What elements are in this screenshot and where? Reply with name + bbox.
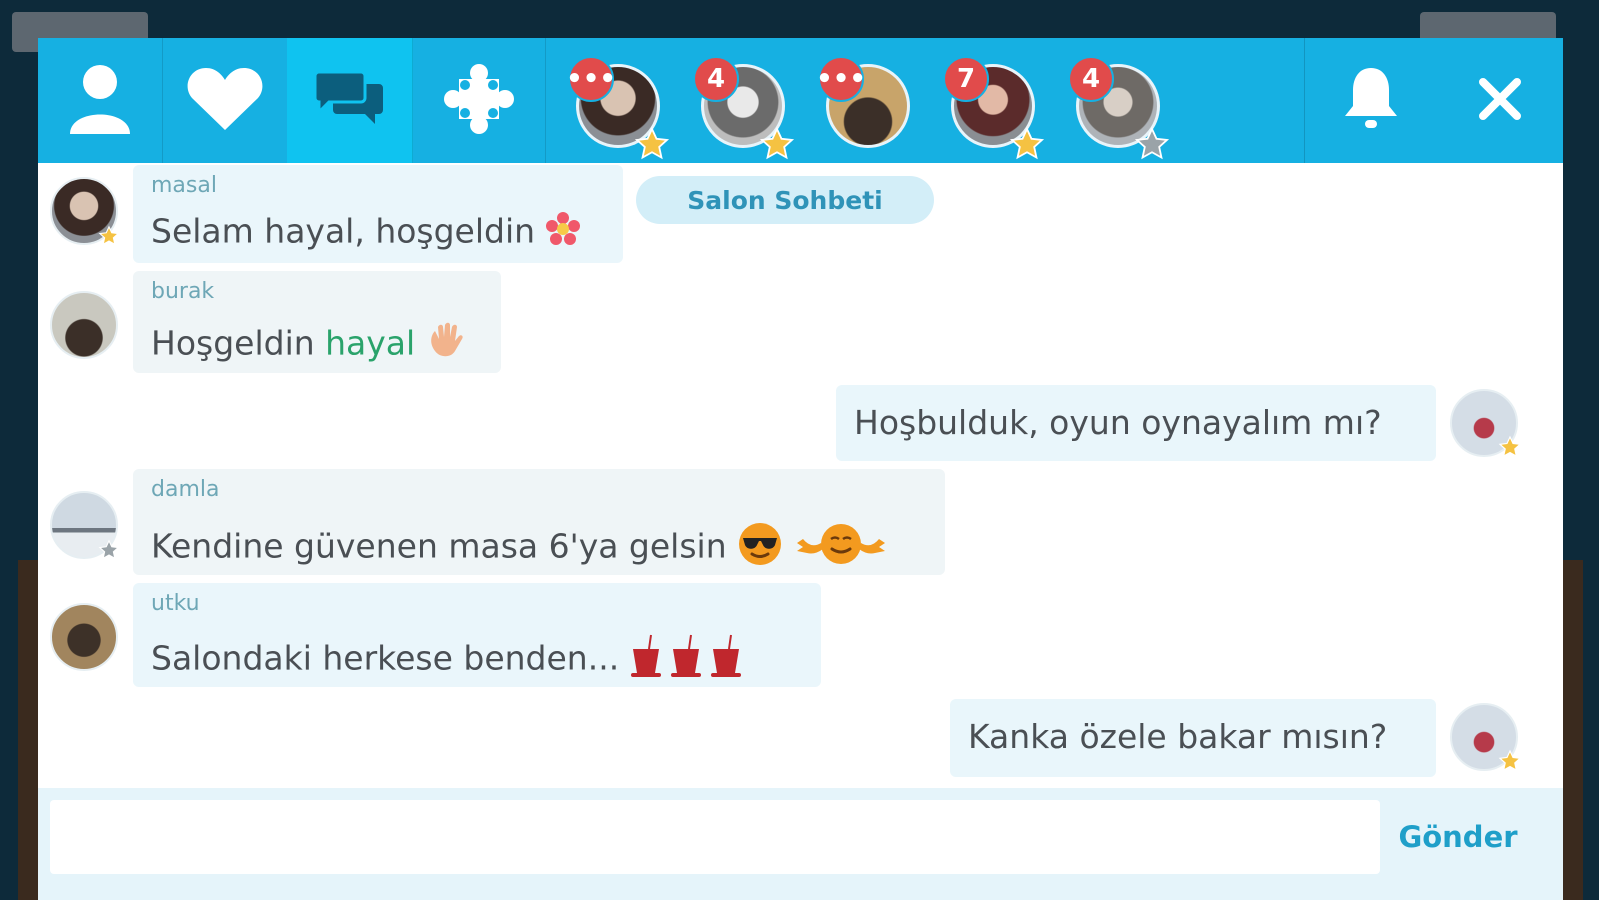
message-composer: Gönder bbox=[38, 788, 1563, 900]
message-text: Salondaki herkese benden... bbox=[151, 638, 620, 678]
message-bubble: damla Kendine güvenen masa 6'ya gelsin bbox=[133, 469, 945, 575]
wave-emoji bbox=[425, 321, 465, 369]
flower-emoji bbox=[545, 211, 581, 255]
background-table-edge bbox=[18, 560, 38, 900]
send-button[interactable]: Gönder bbox=[1388, 800, 1528, 874]
message-text: Selam hayal, hoşgeldin bbox=[151, 211, 536, 251]
star-icon bbox=[98, 539, 120, 560]
unread-badge: 4 bbox=[1068, 56, 1114, 102]
conversation-avatar-3[interactable]: ••• bbox=[816, 56, 910, 156]
message-bubble: masal Selam hayal, hoşgeldin bbox=[133, 165, 623, 263]
message-username[interactable]: utku bbox=[151, 591, 200, 616]
tab-chat[interactable] bbox=[287, 38, 413, 163]
message-bubble: burak Hoşgeldin hayal bbox=[133, 271, 501, 373]
user-icon bbox=[67, 62, 133, 140]
room-label: Salon Sohbeti bbox=[636, 176, 934, 224]
message-bubble: utku Salondaki herkese benden... bbox=[133, 583, 821, 687]
star-icon bbox=[634, 126, 670, 160]
bell-icon bbox=[1341, 64, 1401, 138]
background-table-edge bbox=[1563, 560, 1583, 900]
chat-panel: ••• 4 ••• 7 4 masal Selam hayal, hoşgeld… bbox=[38, 38, 1563, 900]
avatar[interactable] bbox=[50, 291, 118, 359]
unread-badge: ••• bbox=[816, 56, 866, 102]
tab-profile[interactable] bbox=[38, 38, 163, 163]
puzzle-icon bbox=[443, 63, 515, 139]
conversation-avatar-2[interactable]: 4 bbox=[693, 56, 795, 160]
heart-icon bbox=[186, 66, 264, 136]
star-icon bbox=[1498, 435, 1522, 458]
message-text: Kanka özele bakar mısın? bbox=[968, 717, 1388, 756]
star-icon bbox=[1134, 126, 1170, 160]
star-icon bbox=[759, 126, 795, 160]
close-button[interactable] bbox=[1437, 38, 1563, 163]
conversation-avatar-4[interactable]: 7 bbox=[943, 56, 1045, 160]
tab-favorites[interactable] bbox=[162, 38, 288, 163]
star-icon bbox=[98, 225, 120, 246]
message-text: Hoşbulduk, oyun oynayalım mı? bbox=[854, 403, 1382, 442]
star-icon bbox=[1498, 749, 1522, 772]
mention[interactable]: hayal bbox=[325, 324, 415, 363]
notifications-button[interactable] bbox=[1305, 38, 1437, 163]
unread-badge: 7 bbox=[943, 56, 989, 102]
chat-bubbles-icon bbox=[313, 70, 385, 132]
unread-badge: ••• bbox=[566, 56, 616, 102]
star-icon bbox=[1009, 126, 1045, 160]
close-icon bbox=[1477, 76, 1523, 126]
conversation-avatar-5[interactable]: 4 bbox=[1068, 56, 1170, 160]
message-text: Kendine güvenen masa 6'ya gelsin bbox=[151, 526, 727, 566]
conversation-avatar-1[interactable]: ••• bbox=[566, 56, 670, 160]
message-username[interactable]: damla bbox=[151, 477, 219, 502]
message-username[interactable]: burak bbox=[151, 279, 214, 304]
message-list[interactable]: masal Selam hayal, hoşgeldin Salon Sohbe… bbox=[38, 163, 1563, 833]
tea-glass-emoji bbox=[629, 633, 747, 687]
message-input[interactable] bbox=[50, 800, 1380, 874]
flexing-emoji bbox=[793, 521, 889, 575]
message-bubble-own: Kanka özele bakar mısın? bbox=[950, 699, 1436, 777]
message-bubble-own: Hoşbulduk, oyun oynayalım mı? bbox=[836, 385, 1436, 461]
top-bar: ••• 4 ••• 7 4 bbox=[38, 38, 1563, 163]
message-username[interactable]: masal bbox=[151, 173, 217, 198]
tab-games[interactable] bbox=[412, 38, 546, 163]
message-text: Hoşgeldin bbox=[151, 323, 326, 363]
avatar[interactable] bbox=[50, 603, 118, 671]
unread-badge: 4 bbox=[693, 56, 739, 102]
sunglasses-emoji bbox=[737, 521, 783, 575]
